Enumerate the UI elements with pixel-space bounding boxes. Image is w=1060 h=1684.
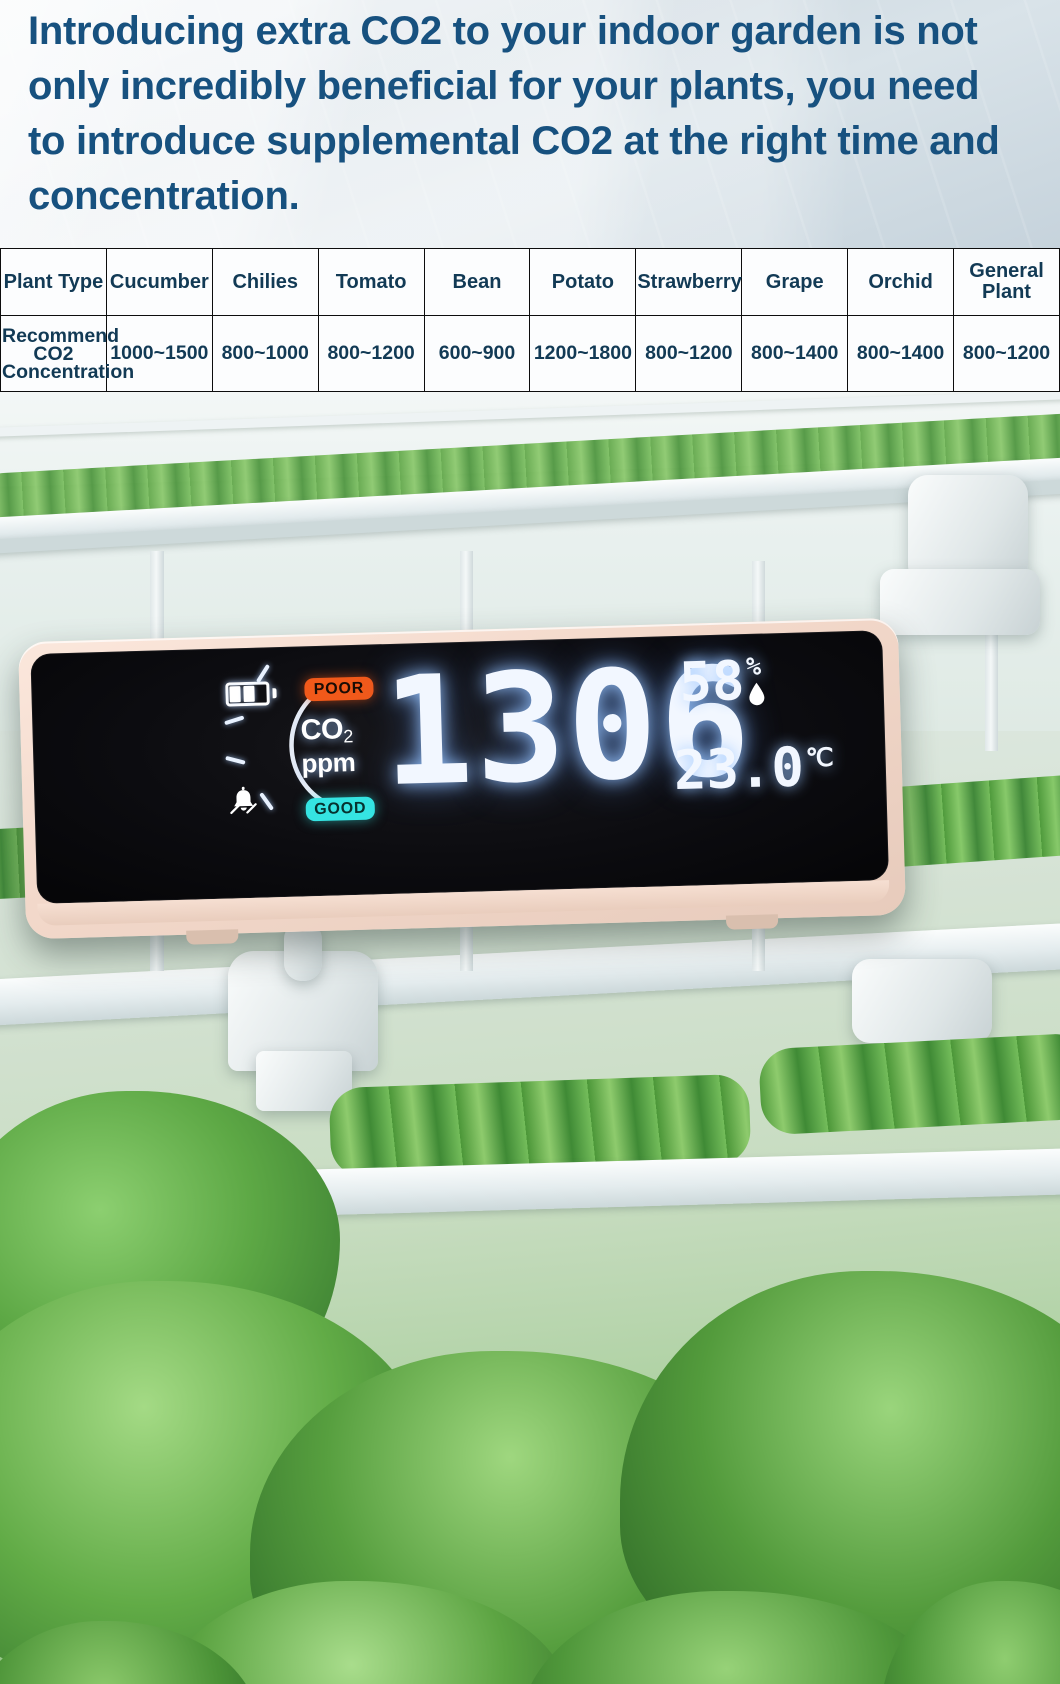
table-cell-tomato: 800~1200 (317, 315, 425, 392)
co2-label-text: CO (300, 713, 344, 747)
co2-value-display: 1306 (380, 635, 755, 821)
table-header-grape: Grape (741, 248, 849, 316)
co2-unit-label: CO2 ppm (300, 713, 356, 779)
table-label-recommend-co2: Recommend CO2 Concentration (0, 315, 134, 392)
table-header-orchid: Orchid (847, 248, 955, 316)
table-cell-orchid: 800~1400 (847, 315, 955, 392)
table-header-strawberry: Strawberry (635, 248, 743, 316)
robot-arm (852, 959, 992, 1043)
table-row: Plant Type Cucumber Chilies Tomato Bean … (0, 248, 1060, 316)
temperature-unit: ℃ (805, 742, 835, 773)
plant-row (757, 1032, 1060, 1136)
status-badge-poor: POOR (304, 676, 374, 702)
table-cell-general-plant: 800~1200 (953, 315, 1060, 392)
water-droplet-icon (749, 682, 765, 706)
humidity-value: 58 (678, 649, 746, 714)
greenhouse-photo: POOR GOOD CO2 ppm 1306 58 % 23.0℃ (0, 391, 1060, 1684)
table-cell-strawberry: 800~1200 (635, 315, 743, 392)
table-header-tomato: Tomato (317, 248, 425, 316)
co2-monitor-device[interactable]: POOR GOOD CO2 ppm 1306 58 % 23.0℃ (18, 617, 906, 945)
table-header-plant-type: Plant Type (0, 248, 107, 316)
table-header-chilies: Chilies (211, 248, 319, 316)
header-banner: Introducing extra CO2 to your indoor gar… (0, 0, 1060, 248)
robot-arm (880, 569, 1040, 635)
page-title: Introducing extra CO2 to your indoor gar… (28, 9, 1000, 218)
table-header-general-plant: General Plant (953, 248, 1060, 316)
gauge-ticks (224, 664, 310, 811)
bell-muted-icon (230, 786, 257, 815)
gauge-cluster: POOR GOOD CO2 ppm (207, 657, 376, 829)
device-foot (725, 914, 779, 930)
table-header-bean: Bean (423, 248, 531, 316)
table-row: Recommend CO2 Concentration 1000~1500 80… (0, 315, 1060, 392)
table-header-cucumber: Cucumber (105, 248, 213, 316)
table-cell-chilies: 800~1000 (211, 315, 319, 392)
temperature-display: 23.0℃ (673, 735, 835, 802)
status-badge-good: GOOD (305, 796, 376, 822)
co2-recommendation-table: Plant Type Cucumber Chilies Tomato Bean … (0, 248, 1060, 392)
humidity-unit: % (745, 651, 762, 682)
table-cell-potato: 1200~1800 (529, 315, 637, 392)
temperature-value: 23.0 (672, 735, 805, 803)
device-screen: POOR GOOD CO2 ppm 1306 58 % 23.0℃ (30, 630, 890, 904)
table-header-potato: Potato (529, 248, 637, 316)
page-root: Introducing extra CO2 to your indoor gar… (0, 0, 1060, 1684)
co2-unit-ppm: ppm (301, 747, 356, 779)
co2-table-container: Plant Type Cucumber Chilies Tomato Bean … (0, 248, 1060, 392)
table-cell-bean: 600~900 (423, 315, 531, 392)
co2-label-subscript: 2 (343, 726, 354, 747)
device-foot (186, 929, 239, 945)
table-cell-grape: 800~1400 (741, 315, 849, 392)
